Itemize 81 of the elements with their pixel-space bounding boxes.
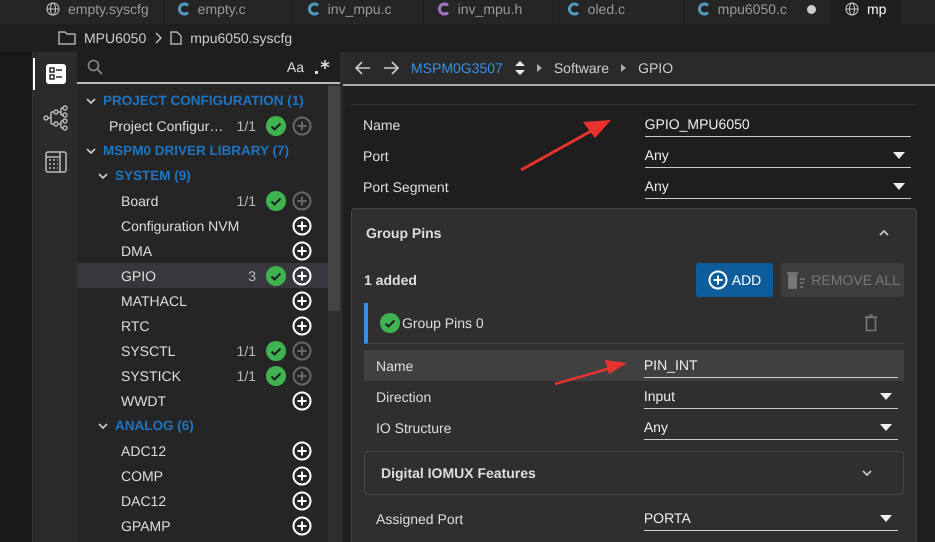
dropdown-caret-icon[interactable] bbox=[893, 152, 905, 158]
dropdown-field[interactable]: Any bbox=[644, 143, 911, 168]
editor-tab[interactable]: inv_mpu.c bbox=[294, 0, 424, 24]
file-icon bbox=[170, 31, 182, 45]
c-file-icon bbox=[568, 2, 580, 16]
editor-tab[interactable]: oled.c bbox=[554, 0, 684, 24]
item-count: 3 bbox=[248, 268, 257, 284]
tree-item[interactable]: ADC12 bbox=[77, 438, 328, 463]
field-label: Name bbox=[363, 116, 400, 132]
dropdown-field[interactable]: Input bbox=[644, 384, 898, 409]
editor-tab[interactable]: empty.c bbox=[164, 0, 294, 24]
tree-item[interactable]: WWDT bbox=[77, 388, 328, 413]
dropdown-field[interactable]: Any bbox=[644, 415, 898, 440]
dropdown-field[interactable]: PORTA bbox=[644, 506, 898, 531]
search-icon[interactable] bbox=[87, 59, 103, 75]
tree-item[interactable]: Project Configur… 1/1 bbox=[77, 113, 328, 138]
regex-icon[interactable] bbox=[314, 59, 330, 75]
breadcrumb-caret-icon bbox=[621, 64, 626, 72]
unsaved-dot-icon bbox=[806, 4, 816, 14]
list-icon bbox=[45, 63, 67, 85]
back-arrow-icon[interactable] bbox=[355, 61, 371, 75]
c-file-icon bbox=[178, 2, 190, 16]
globe-icon bbox=[46, 2, 60, 16]
breadcrumb-caret-icon bbox=[536, 64, 542, 72]
sort-arrows-icon[interactable] bbox=[514, 61, 525, 75]
dropdown-caret-icon[interactable] bbox=[880, 392, 892, 400]
tree-item[interactable]: Board 1/1 bbox=[77, 188, 328, 213]
tree-item[interactable]: MATHACL bbox=[77, 288, 328, 313]
editor-tab[interactable]: mpu6050.c bbox=[684, 0, 831, 24]
item-count: 1/1 bbox=[236, 368, 257, 384]
c-file-icon bbox=[308, 2, 320, 16]
trash-list-icon bbox=[785, 271, 808, 289]
tree-item[interactable]: GPAMP bbox=[77, 513, 328, 538]
field-label: Name bbox=[376, 358, 414, 374]
plus-circle-icon bbox=[708, 270, 728, 290]
tree-item[interactable]: SYSCTL 1/1 bbox=[77, 338, 328, 363]
field-label: Assigned Port bbox=[376, 510, 464, 526]
tree-item[interactable]: RTC bbox=[77, 313, 328, 338]
dropdown-caret-icon[interactable] bbox=[880, 424, 892, 430]
editor-tab[interactable]: empty.syscfg bbox=[32, 0, 164, 24]
instance-title[interactable]: Group Pins 0 bbox=[402, 315, 484, 331]
added-count: 1 added bbox=[364, 272, 417, 288]
tree-item[interactable]: GPIO 3 bbox=[77, 263, 328, 288]
editor-tab[interactable]: mp bbox=[830, 0, 902, 24]
device-selector[interactable]: MSPM0G3507 bbox=[411, 60, 503, 76]
tree-item[interactable]: COMP bbox=[77, 463, 328, 488]
trash-icon[interactable] bbox=[864, 314, 878, 332]
network-icon bbox=[43, 105, 69, 131]
item-count: 1/1 bbox=[236, 192, 257, 208]
field-label: Port Segment bbox=[363, 178, 449, 194]
dropdown-caret-icon[interactable] bbox=[893, 182, 905, 190]
tree-item[interactable]: DAC12 bbox=[77, 488, 328, 513]
section-title: Group Pins bbox=[366, 225, 442, 241]
field-label: IO Structure bbox=[376, 420, 452, 436]
tree-item[interactable]: Configuration NVM bbox=[77, 213, 328, 238]
dropdown-caret-icon[interactable] bbox=[880, 514, 892, 522]
forward-arrow-icon[interactable] bbox=[383, 61, 399, 75]
field-label: Port bbox=[363, 148, 389, 164]
text-field[interactable]: PIN_INT bbox=[644, 353, 898, 378]
editor-tab[interactable]: inv_mpu.h bbox=[424, 0, 554, 24]
chevron-right-icon bbox=[154, 32, 162, 44]
breadcrumb-item[interactable]: Software bbox=[554, 60, 610, 76]
dropdown-field[interactable]: Any bbox=[644, 174, 911, 199]
breadcrumb-item[interactable]: mpu6050.syscfg bbox=[190, 30, 292, 46]
breadcrumb-item[interactable]: GPIO bbox=[638, 60, 674, 76]
add-button[interactable]: ADD bbox=[696, 263, 774, 297]
tree-item[interactable]: SYSTICK 1/1 bbox=[77, 363, 328, 388]
tree-item[interactable]: DMA bbox=[77, 238, 328, 263]
text-field[interactable]: GPIO_MPU6050 bbox=[644, 112, 911, 137]
globe-icon bbox=[844, 2, 859, 16]
breadcrumb-item[interactable]: MPU6050 bbox=[84, 30, 146, 46]
collapsible-section[interactable]: Digital IOMUX Features bbox=[364, 451, 904, 495]
c-file-icon bbox=[698, 2, 710, 16]
scrollbar-thumb[interactable] bbox=[328, 86, 340, 311]
item-count: 1/1 bbox=[236, 118, 257, 134]
item-count: 1/1 bbox=[236, 342, 257, 358]
c-file-icon bbox=[438, 2, 450, 16]
field-label: Direction bbox=[376, 388, 432, 404]
match-case-button[interactable]: Aa bbox=[286, 59, 304, 75]
calculator-icon bbox=[45, 151, 67, 173]
folder-icon bbox=[58, 31, 76, 45]
